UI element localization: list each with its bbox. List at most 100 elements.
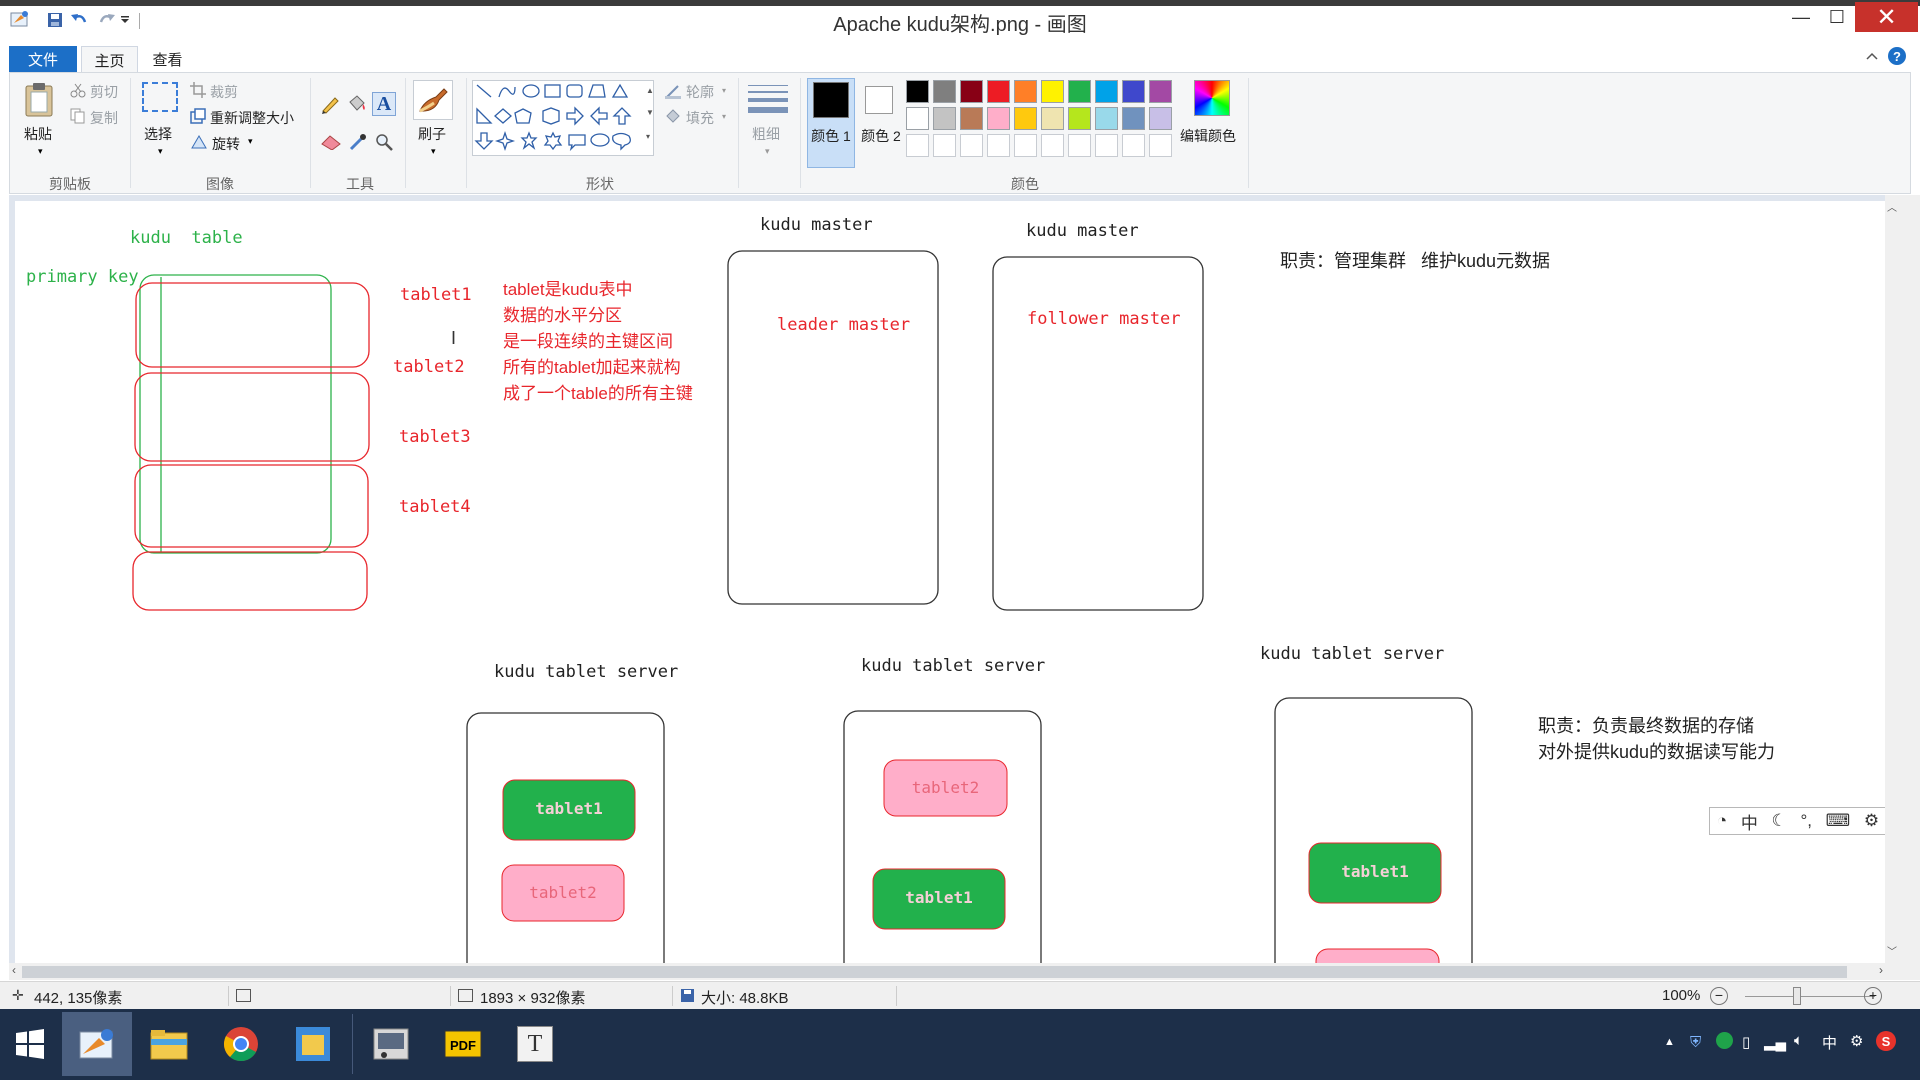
select-button[interactable]: 选择 <box>144 124 172 144</box>
palette-swatch[interactable] <box>987 80 1010 103</box>
fill-button[interactable]: 填充 <box>686 108 714 128</box>
palette-swatch[interactable] <box>987 107 1010 130</box>
fill-icon[interactable] <box>664 108 682 129</box>
select-icon[interactable] <box>142 82 178 112</box>
brush-icon[interactable] <box>413 80 453 120</box>
taskbar-text-app[interactable]: T <box>500 1012 570 1076</box>
tray-ime-settings-icon[interactable]: ⚙ <box>1850 1032 1863 1050</box>
undo-icon[interactable] <box>68 9 90 31</box>
palette-swatch[interactable] <box>1122 134 1145 157</box>
tray-security-icon[interactable]: ⛨ <box>1690 1034 1701 1051</box>
help-icon[interactable]: ? <box>1888 47 1906 65</box>
scroll-left-icon[interactable]: ‹ <box>12 963 16 977</box>
crop-button[interactable]: 裁剪 <box>210 82 238 102</box>
tray-battery-icon[interactable]: ▯ <box>1742 1033 1750 1051</box>
brush-button[interactable]: 刷子 <box>418 124 446 144</box>
palette-swatch[interactable] <box>1122 107 1145 130</box>
palette-swatch[interactable] <box>1149 107 1172 130</box>
palette-swatch[interactable] <box>906 134 929 157</box>
collapse-ribbon-icon[interactable] <box>1864 48 1880 64</box>
palette-swatch[interactable] <box>1149 80 1172 103</box>
tray-volume-icon[interactable]: 🔈︎ <box>1794 1032 1803 1049</box>
copy-icon[interactable] <box>70 108 86 129</box>
palette-swatch[interactable] <box>1095 80 1118 103</box>
select-dropdown-icon[interactable]: ▾ <box>158 146 163 157</box>
shapes-gallery[interactable] <box>472 80 654 156</box>
taskbar-file-manager[interactable] <box>278 1012 348 1076</box>
vertical-scrollbar[interactable]: ︿ ﹀ <box>1885 195 1902 963</box>
scroll-down-icon[interactable]: ﹀ <box>1887 943 1897 958</box>
paste-dropdown-icon[interactable]: ▾ <box>38 146 43 157</box>
size-icon[interactable] <box>748 84 788 116</box>
scroll-right-icon[interactable]: › <box>1879 963 1883 977</box>
horizontal-scroll-thumb[interactable] <box>22 966 1847 978</box>
tray-network-app-icon[interactable] <box>1716 1032 1733 1049</box>
outline-dropdown-icon[interactable]: ▾ <box>722 86 726 95</box>
paste-button[interactable]: 粘贴 <box>24 124 52 144</box>
palette-swatch[interactable] <box>1068 134 1091 157</box>
paste-icon[interactable] <box>20 80 60 120</box>
redo-icon[interactable] <box>96 9 118 31</box>
copy-button[interactable]: 复制 <box>90 108 118 128</box>
palette-swatch[interactable] <box>1041 80 1064 103</box>
ime-toolbar[interactable]: ◔ 中 ☾ °, ⌨ ⚙ <box>1709 807 1887 835</box>
palette-swatch[interactable] <box>1095 134 1118 157</box>
eraser-icon[interactable] <box>320 134 342 155</box>
taskbar-app-5[interactable] <box>356 1012 426 1076</box>
taskbar-paint[interactable] <box>62 1012 132 1076</box>
tray-overflow-icon[interactable]: ▲ <box>1664 1036 1675 1048</box>
palette-swatch[interactable] <box>1149 134 1172 157</box>
palette-swatch[interactable] <box>1014 80 1037 103</box>
taskbar-file-explorer[interactable] <box>134 1012 204 1076</box>
palette-swatch[interactable] <box>1068 80 1091 103</box>
save-icon[interactable] <box>44 9 66 31</box>
palette-swatch[interactable] <box>987 134 1010 157</box>
palette-swatch[interactable] <box>960 107 983 130</box>
zoom-in-button[interactable]: + <box>1864 987 1882 1005</box>
ime-moon-icon[interactable]: ☾ <box>1772 811 1787 831</box>
palette-swatch[interactable] <box>960 80 983 103</box>
tab-file[interactable]: 文件 <box>9 46 77 72</box>
brush-dropdown-icon[interactable]: ▾ <box>431 146 436 157</box>
ime-mode-toggle[interactable]: 中 <box>1741 809 1758 834</box>
drawing-canvas[interactable]: kudu table primary key tablet1 tablet2 t… <box>15 201 1890 963</box>
size-button[interactable]: 粗细 <box>752 124 780 144</box>
outline-icon[interactable] <box>664 84 682 105</box>
palette-swatch[interactable] <box>960 134 983 157</box>
palette-swatch[interactable] <box>933 80 956 103</box>
color2-swatch[interactable] <box>865 86 893 114</box>
text-tool-icon[interactable]: A <box>372 92 396 116</box>
palette-swatch[interactable] <box>1041 134 1064 157</box>
start-button[interactable] <box>0 1012 60 1076</box>
taskbar-chrome[interactable] <box>206 1012 276 1076</box>
magnifier-icon[interactable] <box>374 132 394 157</box>
pencil-icon[interactable] <box>320 94 340 119</box>
palette-swatch[interactable] <box>1014 107 1037 130</box>
palette-swatch[interactable] <box>933 134 956 157</box>
taskbar-pdf-app[interactable]: PDF <box>428 1012 498 1076</box>
palette-swatch[interactable] <box>933 107 956 130</box>
ime-settings-icon[interactable]: ⚙ <box>1864 811 1879 831</box>
color1-swatch[interactable] <box>813 82 849 118</box>
zoom-slider-track[interactable] <box>1745 996 1875 997</box>
scroll-up-icon[interactable]: ︿ <box>1887 199 1897 214</box>
tray-sogou-icon[interactable]: S <box>1876 1031 1896 1051</box>
edit-colors-button[interactable]: 编辑颜色 <box>1180 126 1236 146</box>
color-picker-icon[interactable] <box>348 132 368 157</box>
tab-view[interactable]: 查看 <box>140 46 195 72</box>
qat-customize-icon[interactable] <box>118 9 132 31</box>
palette-swatch[interactable] <box>1122 80 1145 103</box>
shapes-expand-icon[interactable]: ▾ <box>646 132 650 141</box>
outline-button[interactable]: 轮廓 <box>686 82 714 102</box>
shapes-scroll-up-icon[interactable]: ▲ <box>646 86 654 95</box>
resize-icon[interactable] <box>190 108 206 129</box>
palette-swatch[interactable] <box>1068 107 1091 130</box>
cut-icon[interactable] <box>70 82 86 103</box>
shapes-scroll-down-icon[interactable]: ▼ <box>646 108 654 117</box>
fill-dropdown-icon[interactable]: ▾ <box>722 112 726 121</box>
size-dropdown-icon[interactable]: ▾ <box>765 146 770 157</box>
palette-swatch[interactable] <box>906 107 929 130</box>
cut-button[interactable]: 剪切 <box>90 82 118 102</box>
tab-home[interactable]: 主页 <box>81 46 138 73</box>
tray-signal-icon[interactable]: ▂▄ <box>1764 1033 1786 1051</box>
